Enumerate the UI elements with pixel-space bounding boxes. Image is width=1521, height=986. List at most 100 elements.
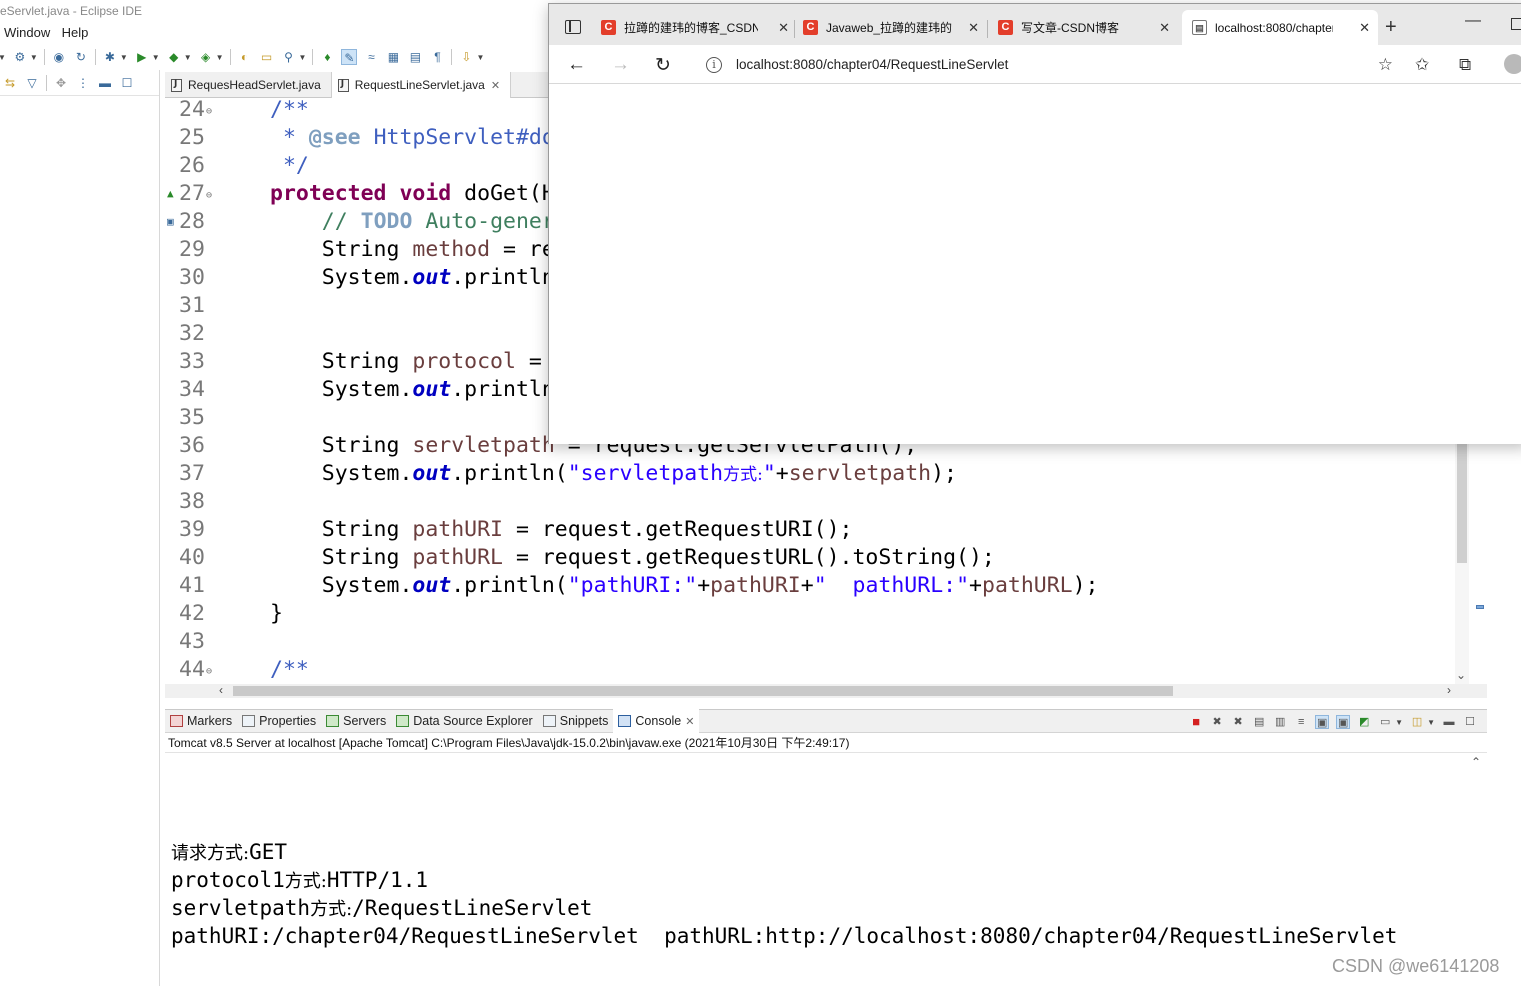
chevron-left-icon[interactable]: ‹: [219, 683, 223, 697]
tab-console[interactable]: Console ✕: [613, 709, 700, 733]
chevron-down-icon[interactable]: ⌄: [1456, 668, 1466, 682]
focus-icon[interactable]: ✥: [53, 75, 69, 91]
browser-tab[interactable]: C 拉蹲的建玮的博客_CSDN ✕: [601, 10, 789, 45]
refresh-icon[interactable]: ↻: [73, 49, 89, 65]
whitespace-icon[interactable]: ¶: [429, 49, 445, 65]
browser-tab[interactable]: C Javaweb_拉蹲的建玮的博 ✕: [803, 10, 979, 45]
tab-actions-icon[interactable]: [565, 20, 581, 34]
dropdown-arrow-icon[interactable]: ▼: [1395, 718, 1403, 727]
remove-launch-icon[interactable]: ✖: [1210, 715, 1224, 729]
toggle-mark-icon[interactable]: ≈: [363, 49, 379, 65]
highlight-icon[interactable]: ✎: [341, 49, 358, 65]
console-text: protocol1: [171, 868, 285, 892]
browser-page-content[interactable]: [549, 84, 1521, 444]
new-wizard-icon[interactable]: ⚙: [12, 49, 28, 65]
close-icon[interactable]: ✕: [685, 715, 694, 728]
maximize-icon[interactable]: ☐: [119, 75, 135, 91]
minimize-icon[interactable]: ▬: [97, 75, 113, 91]
console-text: HTTP/1.1: [326, 868, 429, 892]
console-output[interactable]: 请求方式:GET protocol1方式:HTTP/1.1 servletpat…: [165, 753, 1487, 986]
display-console-icon[interactable]: ▭: [1378, 715, 1392, 729]
word-wrap-icon[interactable]: ≡: [1294, 715, 1308, 729]
close-icon[interactable]: ✕: [491, 79, 500, 92]
console-text: servletpath: [171, 896, 311, 920]
line-number: 38: [179, 489, 205, 514]
search-icon[interactable]: ⚲: [281, 49, 297, 65]
browser-tab-active[interactable]: ▤ localhost:8080/chapter04 ✕: [1182, 10, 1378, 45]
occurrence-marker[interactable]: [1476, 605, 1484, 609]
info-icon[interactable]: i: [706, 56, 722, 73]
forward-icon[interactable]: →: [611, 54, 630, 76]
maximize-icon[interactable]: ☐: [1463, 715, 1477, 729]
word-wrap-icon[interactable]: ▤: [407, 49, 423, 65]
show-on-stdout-icon[interactable]: ▣: [1315, 715, 1330, 729]
minimize-icon[interactable]: ▬: [1442, 715, 1456, 729]
scroll-lock-icon[interactable]: ▥: [1273, 715, 1287, 729]
new-tab-icon[interactable]: +: [1385, 16, 1397, 39]
remove-all-icon[interactable]: ✖: [1231, 715, 1245, 729]
editor-horizontal-scrollbar[interactable]: ‹ ›: [165, 683, 1487, 698]
tab-request-head-servlet[interactable]: RequesHeadServlet.java: [165, 72, 332, 98]
avatar[interactable]: [1504, 54, 1521, 74]
dropdown-arrow-icon[interactable]: ▼: [120, 53, 128, 62]
chevron-right-icon[interactable]: ›: [1447, 683, 1451, 697]
clear-console-icon[interactable]: ▤: [1252, 715, 1266, 729]
maximize-icon[interactable]: [1511, 18, 1521, 30]
globe-icon[interactable]: ◉: [51, 49, 67, 65]
annotation-icon[interactable]: ♦: [319, 49, 335, 65]
favorites-icon[interactable]: ✩: [1415, 55, 1429, 75]
browser-tab[interactable]: C 写文章-CSDN博客 ✕: [998, 10, 1170, 45]
run-icon[interactable]: ▶: [134, 49, 150, 65]
task-marker-icon: ▣: [167, 215, 174, 228]
block-selection-icon[interactable]: ▦: [385, 49, 401, 65]
dropdown-arrow-icon[interactable]: ▼: [476, 53, 484, 62]
tab-snippets[interactable]: Snippets: [538, 709, 614, 733]
add-favorite-icon[interactable]: ☆: [1378, 55, 1393, 75]
terminate-icon[interactable]: ■: [1189, 715, 1203, 729]
menu-help[interactable]: Help: [58, 22, 93, 43]
open-type-icon[interactable]: ◐: [237, 49, 253, 65]
fold-icon[interactable]: ⊖: [206, 98, 212, 126]
address-bar[interactable]: i localhost:8080/chapter04/RequestLineSe…: [692, 49, 1406, 80]
tab-markers[interactable]: Markers: [165, 709, 237, 733]
tab-label: Console: [635, 714, 682, 728]
filter-icon[interactable]: ▽: [24, 75, 40, 91]
tab-servers[interactable]: Servers: [321, 709, 391, 733]
close-icon[interactable]: ✕: [1159, 20, 1170, 36]
dropdown-arrow-icon[interactable]: ▼: [30, 53, 38, 62]
refresh-icon[interactable]: ↻: [655, 54, 671, 77]
tab-label: RequesHeadServlet.java: [188, 78, 321, 92]
dropdown-arrow-icon[interactable]: ▼: [216, 53, 224, 62]
dropdown-arrow-icon[interactable]: ▼: [1427, 718, 1435, 727]
close-icon[interactable]: ✕: [1359, 20, 1370, 36]
scrollbar-thumb[interactable]: [1457, 443, 1467, 563]
dropdown-arrow-icon[interactable]: ▼: [0, 53, 6, 62]
close-icon[interactable]: ✕: [968, 20, 979, 36]
dropdown-arrow-icon[interactable]: ▼: [152, 53, 160, 62]
view-menu-icon[interactable]: ⋮: [75, 75, 91, 91]
open-console-icon[interactable]: ◫: [1410, 715, 1424, 729]
external-tools-icon[interactable]: ◈: [198, 49, 214, 65]
tab-data-source-explorer[interactable]: Data Source Explorer: [391, 709, 538, 733]
scrollbar-thumb[interactable]: [233, 686, 1173, 696]
pin-console-icon[interactable]: ◩: [1357, 715, 1371, 729]
chevron-up-icon[interactable]: ⌃: [1471, 755, 1481, 769]
fold-icon[interactable]: ⊖: [206, 658, 212, 684]
link-editor-icon[interactable]: ⇆: [2, 75, 18, 91]
debug-icon[interactable]: ✱: [102, 49, 118, 65]
menu-window[interactable]: Window: [0, 22, 54, 43]
next-annotation-icon[interactable]: ⇩: [458, 49, 474, 65]
dropdown-arrow-icon[interactable]: ▼: [184, 53, 192, 62]
collections-icon[interactable]: ⧉: [1459, 55, 1471, 75]
tab-properties[interactable]: Properties: [237, 709, 321, 733]
tab-request-line-servlet[interactable]: RequestLineServlet.java ✕: [331, 72, 512, 98]
open-folder-icon[interactable]: ▭: [259, 49, 275, 65]
fold-icon[interactable]: ⊖: [206, 182, 212, 210]
show-on-stderr-icon[interactable]: ▣: [1336, 715, 1351, 729]
console-scrollbar[interactable]: ⌃: [1469, 753, 1485, 986]
back-icon[interactable]: ←: [567, 54, 586, 76]
close-icon[interactable]: ✕: [778, 20, 789, 36]
dropdown-arrow-icon[interactable]: ▼: [299, 53, 307, 62]
minimize-icon[interactable]: —: [1465, 12, 1481, 30]
coverage-icon[interactable]: ◆: [166, 49, 182, 65]
